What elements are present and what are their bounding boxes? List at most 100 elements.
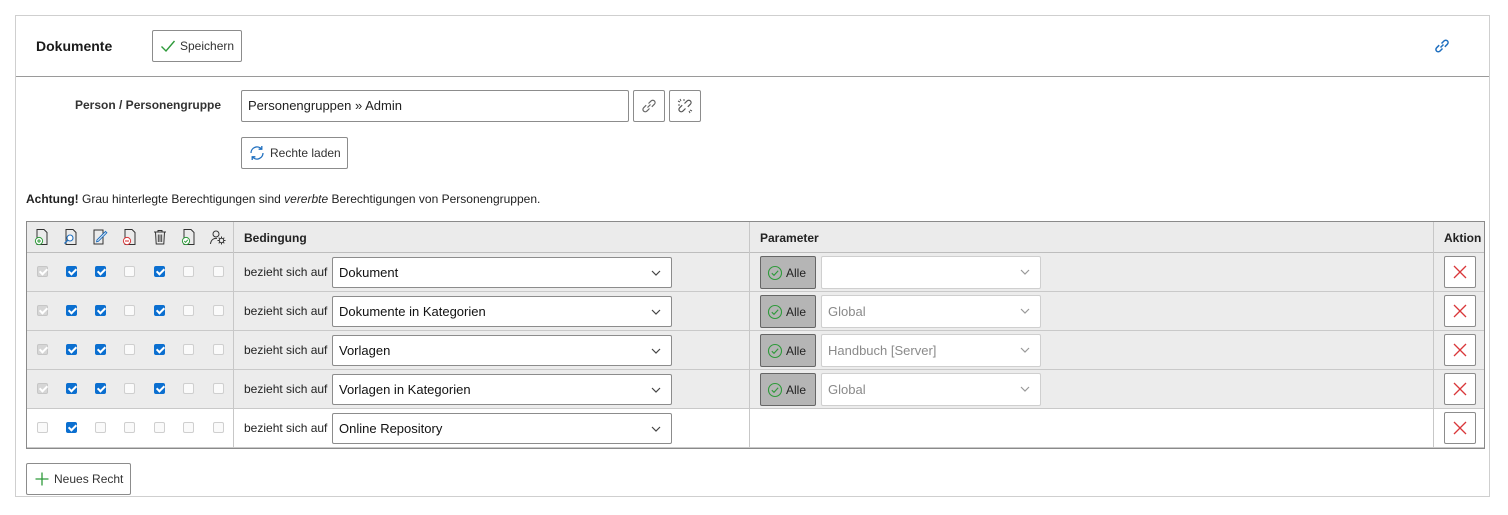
condition-select-value: Dokument [339, 265, 399, 280]
condition-text: bezieht sich auf [244, 343, 328, 357]
permission-checkbox[interactable] [183, 305, 194, 316]
check-circle-icon [767, 304, 783, 319]
condition-select[interactable]: Online Repository [332, 413, 672, 444]
condition-select[interactable]: Vorlagen in Kategorien [332, 374, 672, 405]
permission-checkbox[interactable] [183, 344, 194, 355]
column-divider [1433, 222, 1434, 448]
create-icon [34, 229, 48, 246]
chevron-down-icon [1020, 308, 1030, 314]
permission-checkbox[interactable] [154, 383, 165, 394]
check-circle-icon [767, 382, 783, 397]
save-button-label: Speichern [180, 39, 235, 53]
remove-icon [122, 229, 136, 246]
link-icon[interactable] [1433, 37, 1451, 55]
permission-checkbox[interactable] [66, 422, 77, 433]
chevron-down-icon [1020, 347, 1030, 353]
delete-right-button[interactable] [1444, 334, 1476, 366]
refresh-icon [250, 146, 264, 160]
permission-checkbox[interactable] [95, 266, 106, 277]
permission-checkbox[interactable] [183, 266, 194, 277]
person-group-field[interactable]: Personengruppen » Admin [241, 90, 629, 122]
edit-icon [93, 229, 108, 245]
parameter-select[interactable] [821, 256, 1041, 289]
permission-checkbox[interactable] [37, 422, 48, 433]
check-circle-icon [767, 265, 783, 280]
unlink-person-button[interactable] [669, 90, 701, 122]
permission-checkbox[interactable] [66, 305, 77, 316]
permission-checkbox[interactable] [66, 383, 77, 394]
all-toggle-button[interactable]: Alle [760, 373, 816, 406]
panel-header: Dokumente Speichern [16, 16, 1489, 77]
page-title: Dokumente [36, 38, 113, 54]
chevron-down-icon [651, 309, 661, 315]
save-button[interactable]: Speichern [152, 30, 242, 62]
permission-checkbox[interactable] [213, 266, 224, 277]
delete-right-button[interactable] [1444, 373, 1476, 405]
close-icon [1453, 343, 1467, 357]
permission-checkbox[interactable] [213, 344, 224, 355]
permission-checkbox[interactable] [66, 266, 77, 277]
parameter-select[interactable]: Handbuch [Server] [821, 334, 1041, 367]
permission-checkbox[interactable] [154, 422, 165, 433]
permission-checkbox[interactable] [213, 305, 224, 316]
view-icon [64, 229, 77, 245]
condition-select[interactable]: Dokumente in Kategorien [332, 296, 672, 327]
parameter-select[interactable]: Global [821, 373, 1041, 406]
permissions-table: Bedingung Parameter Aktion bezieht sich … [26, 221, 1485, 449]
permission-checkbox[interactable] [95, 305, 106, 316]
new-right-button[interactable]: Neues Recht [26, 463, 131, 495]
condition-text: bezieht sich auf [244, 382, 328, 396]
condition-select[interactable]: Dokument [332, 257, 672, 288]
plus-icon [35, 472, 49, 486]
permission-checkbox[interactable] [124, 266, 135, 277]
permission-checkbox[interactable] [213, 422, 224, 433]
all-toggle-button[interactable]: Alle [760, 334, 816, 367]
load-rights-label: Rechte laden [270, 146, 341, 160]
delete-right-button[interactable] [1444, 412, 1476, 444]
delete-icon [154, 230, 166, 245]
column-divider [749, 222, 750, 448]
new-right-label: Neues Recht [54, 472, 124, 486]
permission-checkbox[interactable] [124, 422, 135, 433]
load-rights-button[interactable]: Rechte laden [241, 137, 348, 169]
all-toggle-label: Alle [786, 265, 807, 280]
permission-checkbox[interactable] [213, 383, 224, 394]
permission-checkbox [37, 344, 48, 355]
notice-part1: Grau hinterlegte Berechtigungen sind [82, 192, 281, 206]
admin-icon [210, 230, 226, 245]
all-toggle-label: Alle [786, 343, 807, 358]
notice-part2: Berechtigungen von Personengruppen. [331, 192, 541, 206]
permission-checkbox[interactable] [124, 383, 135, 394]
permission-checkbox[interactable] [124, 344, 135, 355]
permission-checkbox[interactable] [66, 344, 77, 355]
permission-checkbox[interactable] [95, 422, 106, 433]
permission-checkbox[interactable] [183, 422, 194, 433]
condition-select[interactable]: Vorlagen [332, 335, 672, 366]
all-toggle-button[interactable]: Alle [760, 256, 816, 289]
unlink-icon [677, 98, 693, 114]
permission-checkbox[interactable] [183, 383, 194, 394]
permission-checkbox[interactable] [124, 305, 135, 316]
close-icon [1453, 304, 1467, 318]
permission-checkbox[interactable] [95, 344, 106, 355]
link-person-button[interactable] [633, 90, 665, 122]
chevron-down-icon [651, 426, 661, 432]
parameter-select[interactable]: Global [821, 295, 1041, 328]
column-header-action: Aktion [1444, 231, 1482, 245]
notice-bold: Achtung! [26, 192, 79, 206]
permission-checkbox[interactable] [154, 344, 165, 355]
permission-checkbox[interactable] [95, 383, 106, 394]
all-toggle-label: Alle [786, 382, 807, 397]
table-header: Bedingung Parameter Aktion [27, 222, 1484, 253]
permission-checkbox[interactable] [154, 266, 165, 277]
checkmark-icon [161, 40, 176, 53]
delete-right-button[interactable] [1444, 256, 1476, 288]
table-row: bezieht sich auf Dokumente in Kategorien A… [27, 292, 1484, 331]
all-toggle-button[interactable]: Alle [760, 295, 816, 328]
link-icon [642, 99, 656, 113]
delete-right-button[interactable] [1444, 295, 1476, 327]
all-toggle-label: Alle [786, 304, 807, 319]
permission-checkbox[interactable] [154, 305, 165, 316]
chevron-down-icon [651, 387, 661, 393]
person-field-label: Person / Personengruppe [75, 98, 222, 112]
